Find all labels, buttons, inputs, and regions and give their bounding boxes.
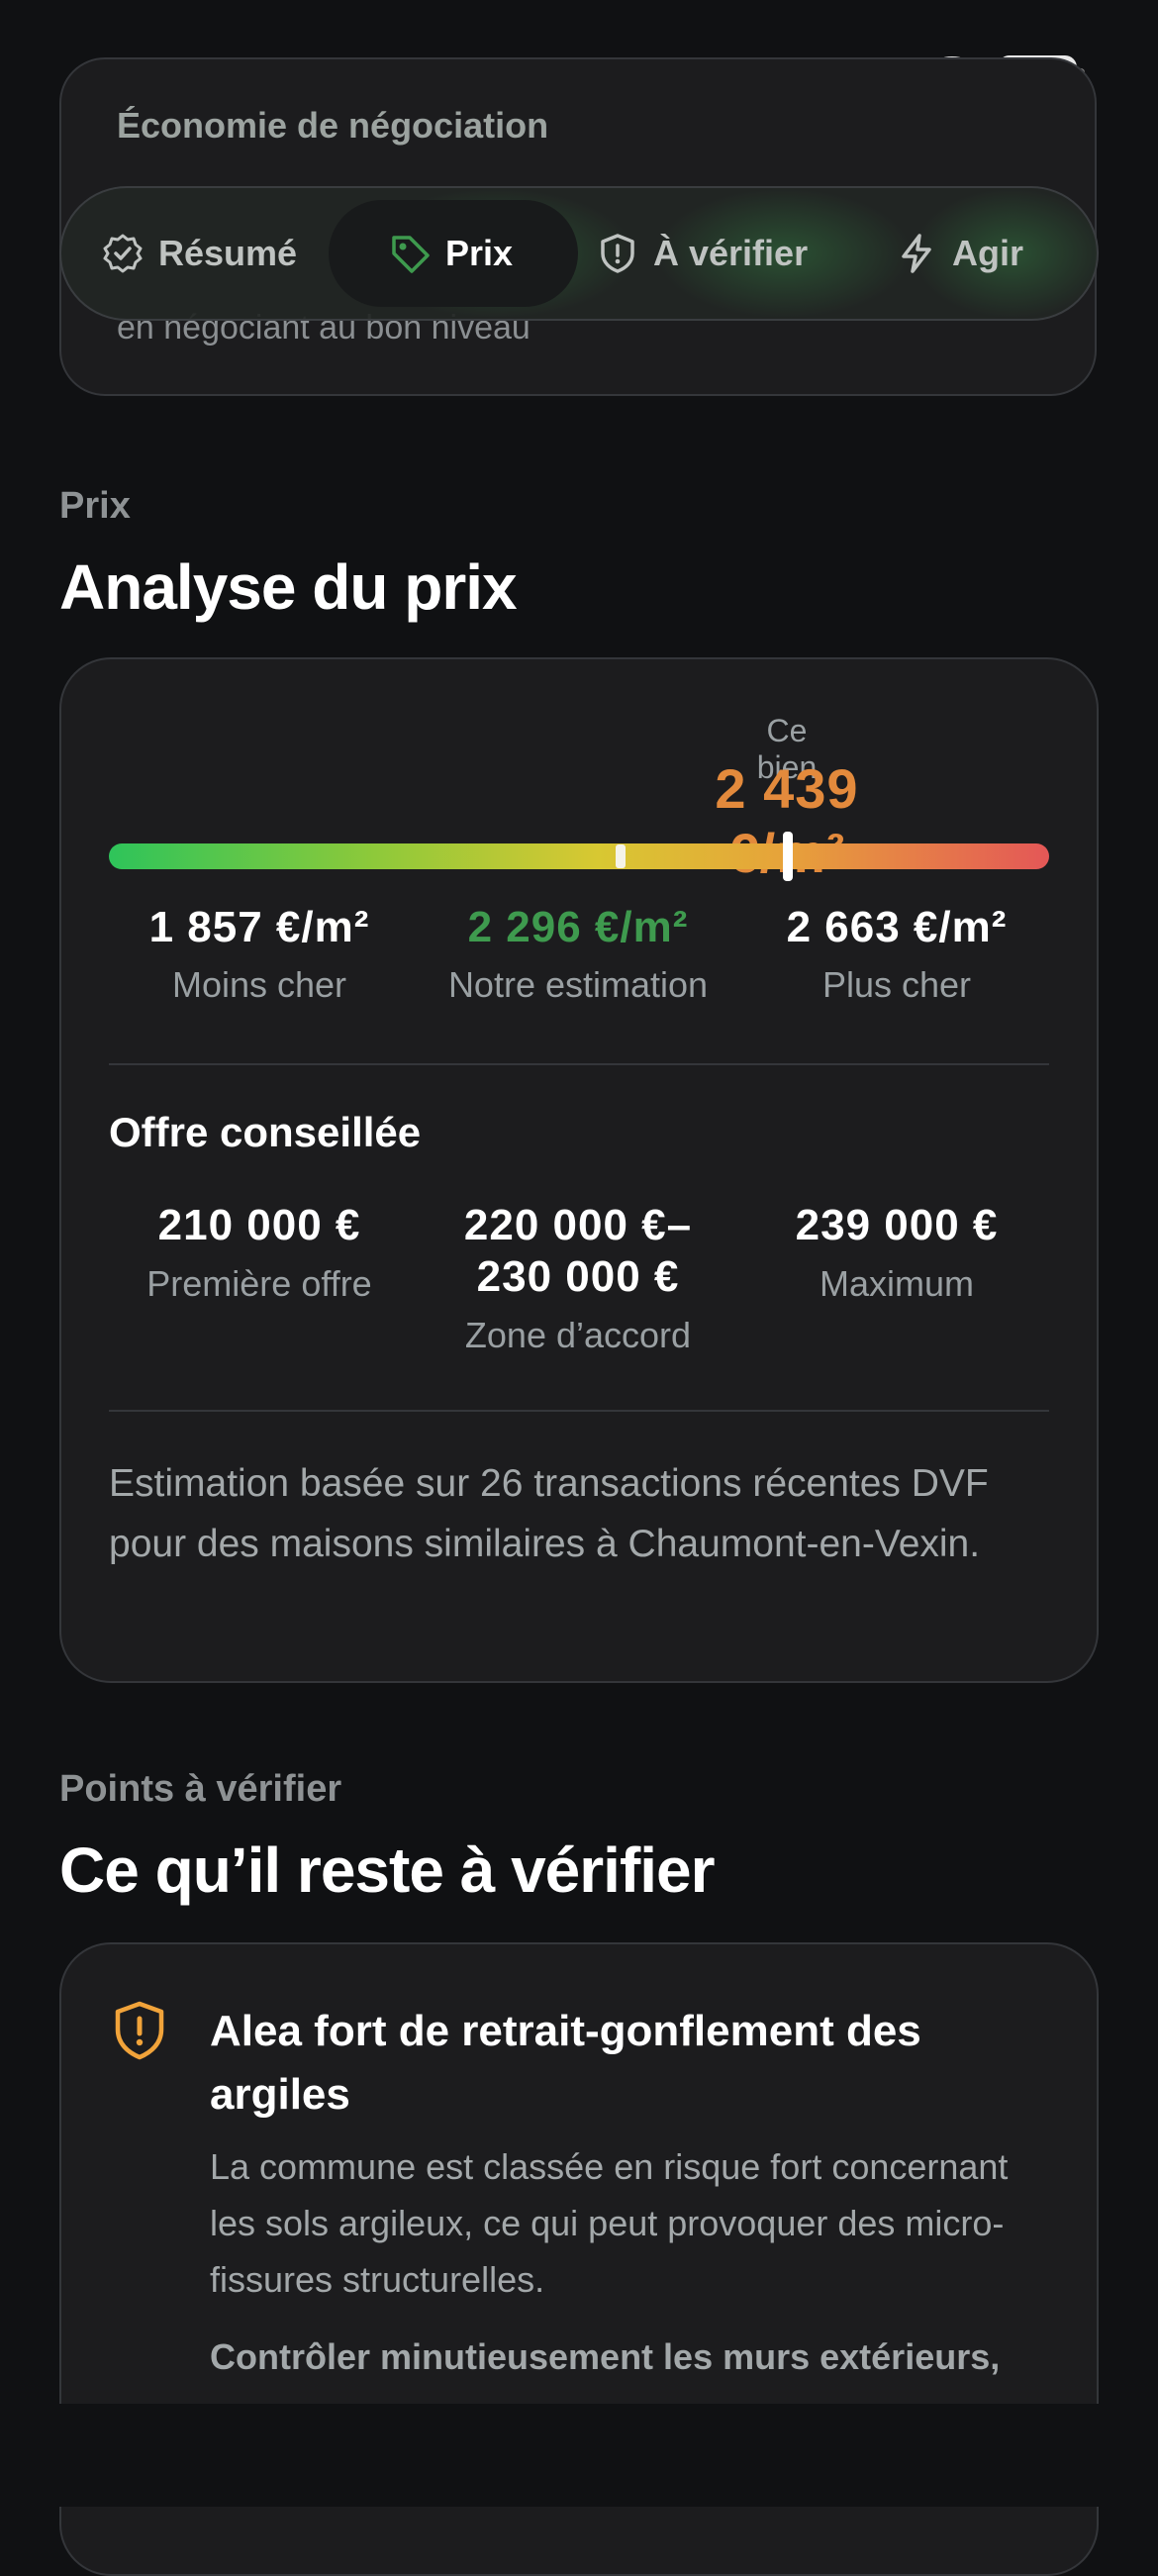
range-high-label: Plus cher xyxy=(821,964,972,1005)
tab-prix-label: Prix xyxy=(445,233,514,273)
offer-maximum: 239 000 € Maximum xyxy=(728,1200,1065,1305)
verify-section-heading: Ce qu’il reste à vérifier xyxy=(59,1834,716,1906)
range-high: 2 663 €/m² Plus cher xyxy=(728,903,1065,1006)
offer-agreement-zone: 220 000 €– 230 000 € Zone d’accord xyxy=(410,1200,746,1356)
divider xyxy=(109,1063,1049,1065)
price-gauge-bar xyxy=(109,843,1049,869)
offer-zone-value-line2: 230 000 € xyxy=(476,1252,680,1301)
range-estimate-label: Notre estimation xyxy=(447,964,709,1005)
shield-warning-icon xyxy=(115,2001,164,2060)
recommended-offer-title: Offre conseillée xyxy=(109,1109,422,1155)
offer-first-value: 210 000 € xyxy=(157,1201,361,1249)
this-property-marker xyxy=(782,832,793,881)
estimate-marker xyxy=(616,844,627,868)
risk-action: Contrôler minutieusement les murs extéri… xyxy=(210,2336,1001,2377)
savings-card-title: Économie de négociation xyxy=(117,105,549,146)
divider xyxy=(109,1410,1049,1412)
tab-resume[interactable]: Résumé xyxy=(101,188,297,319)
risk-description: La commune est classée en risque fort co… xyxy=(210,2146,1009,2300)
range-low-value: 1 857 €/m² xyxy=(148,903,370,951)
scroll-edge xyxy=(0,2404,1158,2507)
tab-agir-label: Agir xyxy=(952,233,1023,273)
section-tab-bar: Résumé Prix À vérifier Agir xyxy=(59,186,1099,321)
offer-maximum-value: 239 000 € xyxy=(795,1201,999,1249)
shield-alert-icon xyxy=(601,234,634,273)
range-low: 1 857 €/m² Moins cher xyxy=(91,903,428,1006)
range-low-label: Moins cher xyxy=(171,964,347,1005)
tab-agir[interactable]: Agir xyxy=(895,188,1023,319)
verify-section-eyebrow: Points à vérifier xyxy=(59,1768,342,1810)
tab-resume-label: Résumé xyxy=(158,233,298,273)
offer-zone-label: Zone d’accord xyxy=(464,1315,692,1355)
offer-first: 210 000 € Première offre xyxy=(91,1200,428,1305)
offer-maximum-label: Maximum xyxy=(819,1263,974,1304)
range-estimate-value: 2 296 €/m² xyxy=(467,903,689,951)
check-badge-icon xyxy=(103,234,143,273)
range-high-value: 2 663 €/m² xyxy=(786,903,1008,951)
tab-prix[interactable]: Prix xyxy=(388,188,513,319)
range-estimate: 2 296 €/m² Notre estimation xyxy=(410,903,746,1006)
offer-first-label: Première offre xyxy=(146,1263,372,1304)
lightning-icon xyxy=(902,234,931,273)
risk-title: Alea fort de retrait-gonflement des argi… xyxy=(210,2007,921,2119)
offer-zone-value-line1: 220 000 €– xyxy=(463,1201,693,1249)
price-section-heading: Analyse du prix xyxy=(59,551,518,623)
tag-icon xyxy=(392,236,430,273)
estimate-note: Estimation basée sur 26 transactions réc… xyxy=(109,1462,989,1565)
price-section-eyebrow: Prix xyxy=(59,485,131,527)
tab-a-verifier-label: À vérifier xyxy=(653,233,809,273)
tab-a-verifier[interactable]: À vérifier xyxy=(596,188,808,319)
